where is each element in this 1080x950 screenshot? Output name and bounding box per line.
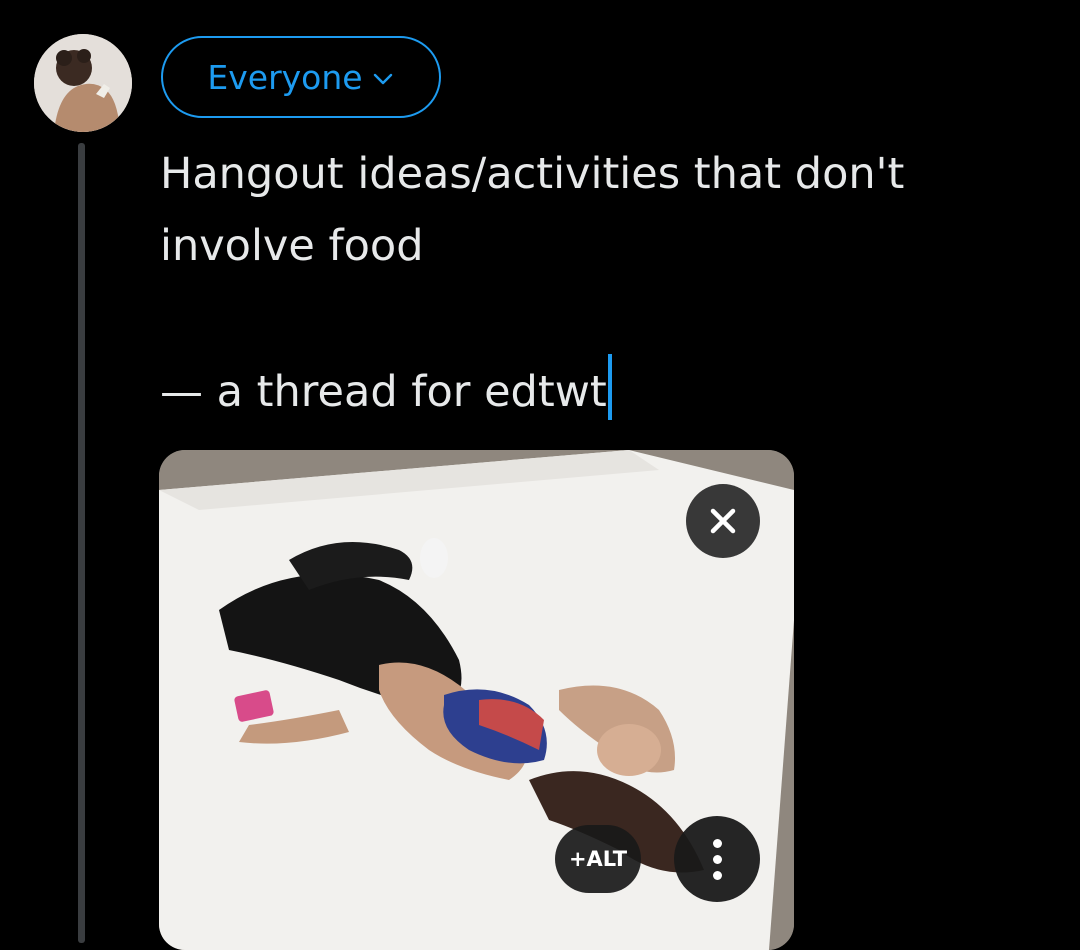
attached-media[interactable]: +ALT bbox=[159, 450, 794, 950]
close-icon bbox=[710, 508, 736, 534]
text-caret bbox=[607, 354, 612, 420]
more-vertical-icon bbox=[712, 838, 722, 848]
thread-line bbox=[78, 143, 85, 943]
audience-selector-button[interactable]: Everyone bbox=[161, 36, 441, 118]
add-alt-text-button[interactable]: +ALT bbox=[555, 825, 641, 893]
compose-text-area[interactable]: Hangout ideas/activities that don't invo… bbox=[160, 138, 1040, 428]
media-more-options-button[interactable] bbox=[674, 816, 760, 902]
remove-media-button[interactable] bbox=[686, 484, 760, 558]
compose-text-line: Hangout ideas/activities that don't invo… bbox=[160, 149, 905, 271]
compose-text-line: — a thread for edtwt bbox=[160, 367, 607, 417]
avatar[interactable] bbox=[34, 34, 132, 132]
chevron-down-icon bbox=[373, 73, 392, 85]
audience-label: Everyone bbox=[207, 57, 363, 97]
avatar-image bbox=[34, 34, 132, 132]
